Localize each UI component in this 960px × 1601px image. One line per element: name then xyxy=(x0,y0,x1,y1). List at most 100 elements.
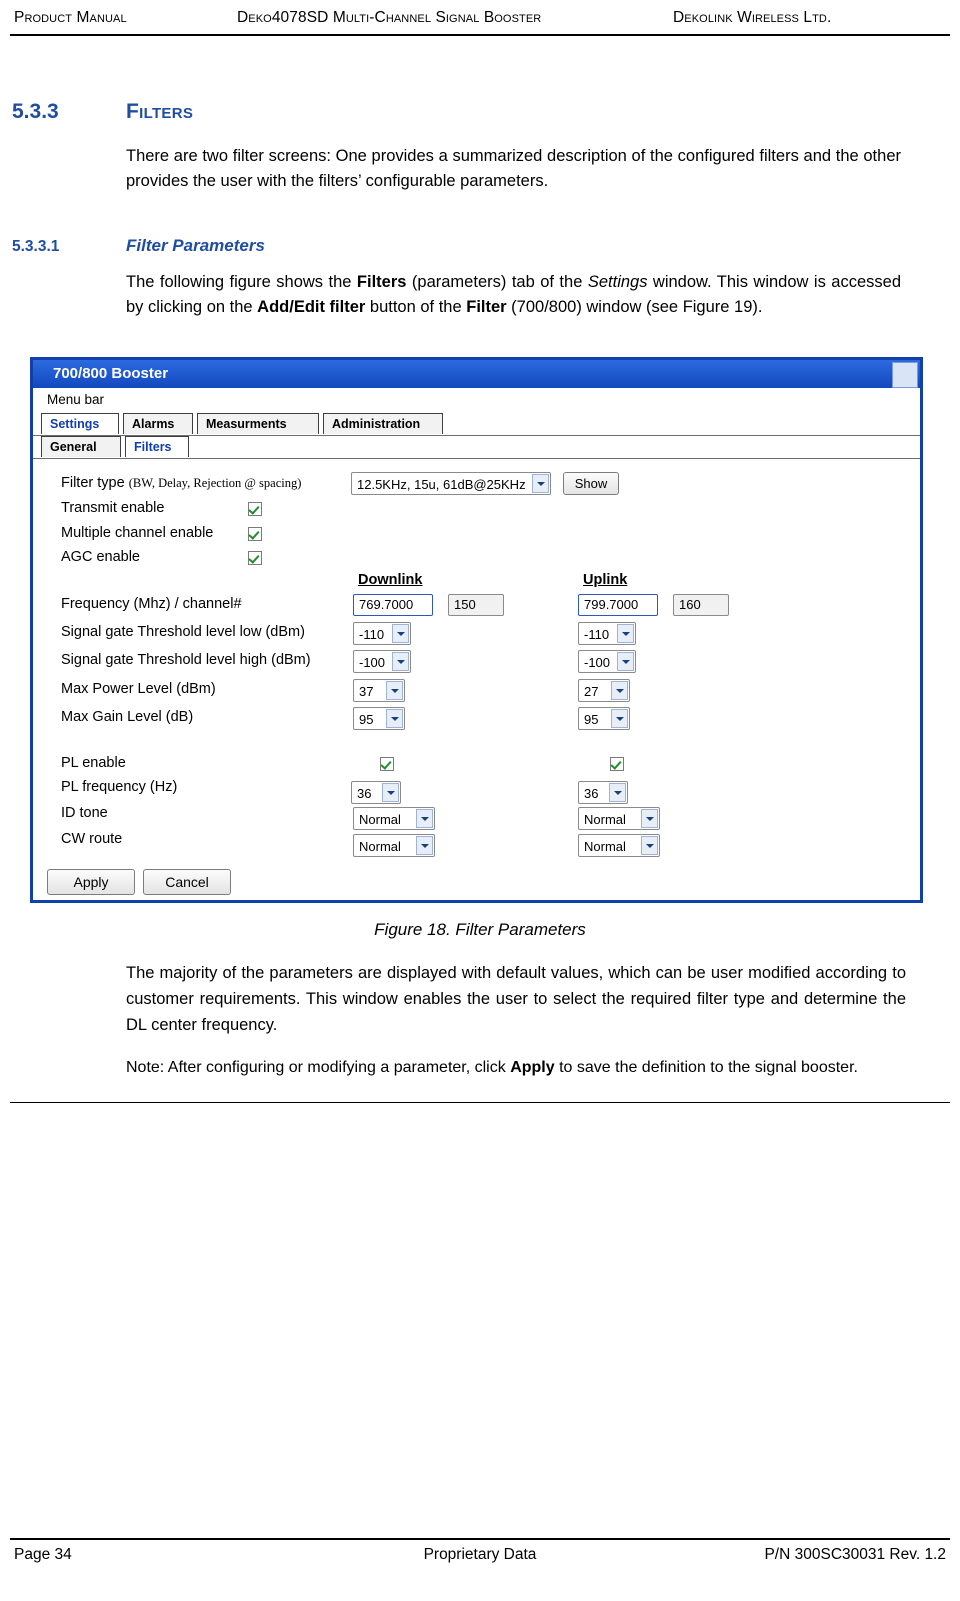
uplink-threshold-low-select[interactable]: -110 xyxy=(578,622,636,645)
window-close-button[interactable] xyxy=(892,362,918,388)
tab-measurments[interactable]: Measurments xyxy=(197,413,319,434)
chevron-down-icon[interactable] xyxy=(641,809,658,828)
chevron-down-icon[interactable] xyxy=(386,681,403,700)
filter-type-label: Filter type (BW, Delay, Rejection @ spac… xyxy=(61,475,301,491)
secondary-tab-row: General Filters xyxy=(33,436,920,459)
body-text-pre: The following figure shows the xyxy=(126,273,357,291)
header-left-text: Product Manual xyxy=(14,9,127,26)
body-text-mid1: (parameters) tab of the xyxy=(406,273,588,291)
uplink-column-header: Uplink xyxy=(583,572,628,588)
filters-panel: Filter type (BW, Delay, Rejection @ spac… xyxy=(33,459,920,900)
chevron-down-icon[interactable] xyxy=(611,709,628,728)
uplink-max-gain-select[interactable]: 95 xyxy=(578,707,630,730)
chevron-down-icon[interactable] xyxy=(416,809,433,828)
chevron-down-icon[interactable] xyxy=(611,681,628,700)
downlink-column-header: Downlink xyxy=(358,572,423,588)
chevron-down-icon[interactable] xyxy=(416,836,433,855)
body-bold-filters: Filters xyxy=(356,273,407,291)
pl-enable-label: PL enable xyxy=(61,755,126,771)
transmit-enable-label: Transmit enable xyxy=(61,500,165,516)
downlink-channel-input[interactable]: 150 xyxy=(448,594,504,616)
page-footer: Page 34 Proprietary Data P/N 300SC30031 … xyxy=(10,1538,950,1570)
downlink-threshold-low-select[interactable]: -110 xyxy=(353,622,411,645)
uplink-pl-frequency-value: 36 xyxy=(584,786,599,801)
section-number-533: 5.3.3 xyxy=(12,100,59,123)
filter-type-select[interactable]: 12.5KHz, 15u, 61dB@25KHz xyxy=(351,472,551,495)
window-title: 700/800 Booster xyxy=(53,365,169,382)
primary-tab-row: Settings Alarms Measurments Administrati… xyxy=(33,413,920,436)
agc-enable-label: AGC enable xyxy=(61,549,140,565)
downlink-frequency-input[interactable]: 769.7000 xyxy=(353,594,433,616)
body-bold-filter: Filter xyxy=(466,298,507,316)
uplink-max-power-select[interactable]: 27 xyxy=(578,679,630,702)
multiple-channel-enable-checkbox[interactable] xyxy=(248,527,262,541)
tab-settings[interactable]: Settings xyxy=(41,413,119,434)
body-italic-settings: Settings xyxy=(587,273,648,291)
multiple-channel-enable-label: Multiple channel enable xyxy=(61,525,214,541)
chevron-down-icon[interactable] xyxy=(532,474,549,493)
downlink-max-gain-select[interactable]: 95 xyxy=(353,707,405,730)
downlink-threshold-high-value: -100 xyxy=(359,655,386,670)
downlink-threshold-high-select[interactable]: -100 xyxy=(353,650,411,673)
downlink-max-power-value: 37 xyxy=(359,684,374,699)
apply-button[interactable]: Apply xyxy=(47,869,135,895)
note-text-post: to save the definition to the signal boo… xyxy=(554,1059,858,1076)
uplink-max-power-value: 27 xyxy=(584,684,599,699)
id-tone-label: ID tone xyxy=(61,805,108,821)
downlink-pl-frequency-select[interactable]: 36 xyxy=(351,781,401,804)
uplink-threshold-low-value: -110 xyxy=(584,627,610,642)
chevron-down-icon[interactable] xyxy=(617,624,634,643)
cancel-button[interactable]: Cancel xyxy=(143,869,231,895)
pl-frequency-label: PL frequency (Hz) xyxy=(61,779,178,795)
chevron-down-icon[interactable] xyxy=(382,783,399,802)
chevron-down-icon[interactable] xyxy=(392,624,409,643)
chevron-down-icon[interactable] xyxy=(609,783,626,802)
downlink-cw-route-select[interactable]: Normal xyxy=(353,834,435,857)
body-text-mid3: button of the xyxy=(365,298,467,316)
footer-part-number: P/N 300SC30031 Rev. 1.2 xyxy=(764,1546,946,1563)
uplink-channel-input[interactable]: 160 xyxy=(673,594,729,616)
downlink-pl-enable-checkbox[interactable] xyxy=(380,757,394,771)
uplink-pl-frequency-select[interactable]: 36 xyxy=(578,781,628,804)
header-center-text: Deko4078SD Multi-Channel Signal Booster xyxy=(237,9,542,26)
uplink-pl-enable-checkbox[interactable] xyxy=(610,757,624,771)
filter-type-value: 12.5KHz, 15u, 61dB@25KHz xyxy=(357,477,526,492)
menu-bar-label: Menu bar xyxy=(47,392,105,407)
uplink-cw-route-select[interactable]: Normal xyxy=(578,834,660,857)
section-title-533: Filters xyxy=(126,100,194,123)
chevron-down-icon[interactable] xyxy=(641,836,658,855)
downlink-threshold-low-value: -110 xyxy=(359,627,385,642)
tab-administration[interactable]: Administration xyxy=(323,413,443,434)
section-number-5331: 5.3.3.1 xyxy=(12,238,60,255)
filter-type-label-main: Filter type xyxy=(61,475,129,491)
show-button[interactable]: Show xyxy=(563,472,619,495)
body-bold-addedit: Add/Edit filter xyxy=(257,298,366,316)
agc-enable-checkbox[interactable] xyxy=(248,551,262,565)
window-titlebar: 700/800 Booster xyxy=(33,360,920,388)
tab-general[interactable]: General xyxy=(41,436,121,457)
filter-parameters-window: 700/800 Booster Menu bar Settings Alarms… xyxy=(30,357,923,903)
uplink-threshold-high-select[interactable]: -100 xyxy=(578,650,636,673)
downlink-max-power-select[interactable]: 37 xyxy=(353,679,405,702)
filter-type-label-sub: (BW, Delay, Rejection @ spacing) xyxy=(128,476,302,490)
uplink-threshold-high-value: -100 xyxy=(584,655,611,670)
uplink-id-tone-select[interactable]: Normal xyxy=(578,807,660,830)
max-power-label: Max Power Level (dBm) xyxy=(61,681,216,697)
chevron-down-icon[interactable] xyxy=(392,652,409,671)
downlink-id-tone-select[interactable]: Normal xyxy=(353,807,435,830)
document-page: Product Manual Deko4078SD Multi-Channel … xyxy=(0,0,960,1601)
downlink-id-tone-value: Normal xyxy=(359,812,401,827)
note-paragraph: Note: After configuring or modifying a p… xyxy=(126,1056,916,1080)
chevron-down-icon[interactable] xyxy=(386,709,403,728)
note-text-pre: Note: After configuring or modifying a p… xyxy=(126,1059,511,1076)
transmit-enable-checkbox[interactable] xyxy=(248,502,262,516)
tab-alarms[interactable]: Alarms xyxy=(123,413,193,434)
downlink-pl-frequency-value: 36 xyxy=(357,786,372,801)
cw-route-label: CW route xyxy=(61,831,123,847)
tab-filters[interactable]: Filters xyxy=(125,436,189,457)
uplink-max-gain-value: 95 xyxy=(584,712,599,727)
uplink-frequency-input[interactable]: 799.7000 xyxy=(578,594,658,616)
chevron-down-icon[interactable] xyxy=(617,652,634,671)
section-533-body: There are two filter screens: One provid… xyxy=(126,147,901,190)
uplink-cw-route-value: Normal xyxy=(584,839,626,854)
